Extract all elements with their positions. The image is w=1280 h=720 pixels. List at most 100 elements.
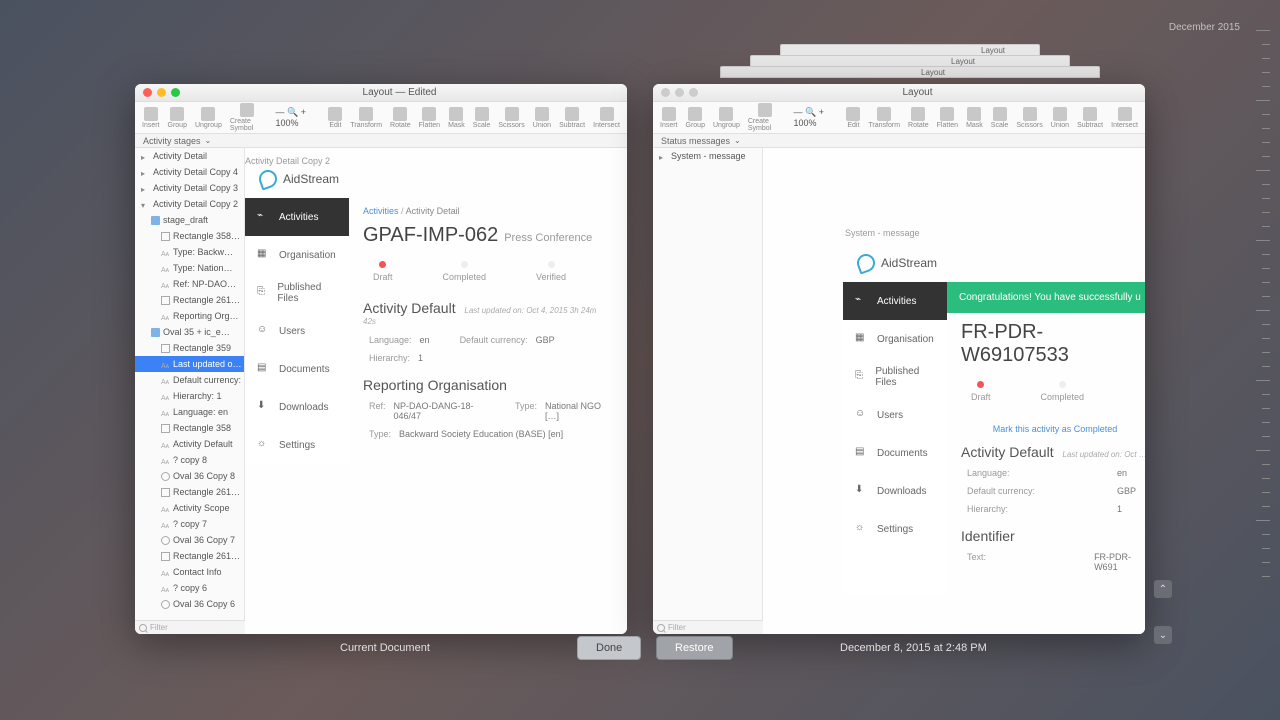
version-timeline[interactable] [1256,30,1270,660]
layer-row[interactable]: ? copy 7 [135,516,244,532]
layer-row[interactable]: Language: en [135,404,244,420]
layer-row[interactable]: Contact Info [135,564,244,580]
nav-item-documents[interactable]: ▤Documents [245,350,349,388]
version-down-button[interactable]: ⌄ [1154,626,1172,644]
layer-row[interactable]: Rectangle 358… [135,228,244,244]
layer-row[interactable]: Hierarchy: 1 [135,388,244,404]
canvas[interactable]: Activity Detail Copy 2 AidStream ⌁Activi… [245,148,627,634]
toolbar-create-symbol[interactable]: Create Symbol [227,103,268,132]
zoom-control[interactable]: — 🔍 + 100% [269,107,323,128]
toolbar-scale[interactable]: Scale [988,107,1012,129]
layer-row[interactable]: Activity Detail Copy 4 [135,164,244,180]
subbar[interactable]: Activity stages⌄ [135,134,627,148]
mark-complete-link[interactable]: Mark this activity as Completed [961,420,1145,444]
layer-row[interactable]: ? copy 8 [135,452,244,468]
subbar[interactable]: Status messages⌄ [653,134,1145,148]
restore-button[interactable]: Restore [656,636,733,660]
toolbar-transform[interactable]: Transform [347,107,385,129]
toolbar-rotate[interactable]: Rotate [387,107,414,129]
zoom-icon[interactable] [171,88,180,97]
toolbar-edit[interactable]: Edit [325,107,345,129]
toolbar-ungroup[interactable]: Ungroup [192,107,225,129]
layer-row[interactable]: Rectangle 358 [135,420,244,436]
stage-completed: Completed [443,261,487,282]
toolbar-mask[interactable]: Mask [963,107,986,129]
layer-row[interactable]: Oval 36 Copy 6 [135,596,244,612]
toolbar-subtract[interactable]: Subtract [556,107,588,129]
layers-panel[interactable]: Activity DetailActivity Detail Copy 4Act… [135,148,245,634]
section-title: Identifier [961,528,1145,544]
nav-item-organisation[interactable]: ▦Organisation [245,236,349,274]
activity-stages: DraftCompletedVerified [373,261,601,282]
nav-item-activities[interactable]: ⌁Activities [245,198,349,236]
toolbar-rotate[interactable]: Rotate [905,107,932,129]
layer-row[interactable]: Oval 36 Copy 7 [135,532,244,548]
toolbar-ungroup[interactable]: Ungroup [710,107,743,129]
layers-panel[interactable]: System - message [653,148,763,634]
nav-item-activities[interactable]: ⌁Activities [843,282,947,320]
toolbar-subtract[interactable]: Subtract [1074,107,1106,129]
toolbar-scissors[interactable]: Scissors [495,107,527,129]
toolbar-intersect[interactable]: Intersect [590,107,623,129]
nav-item-organisation[interactable]: ▦Organisation [843,320,947,358]
nav-item-users[interactable]: ☺Users [245,312,349,350]
layer-row[interactable]: Activity Scope [135,500,244,516]
layer-row[interactable]: stage_draft [135,212,244,228]
close-icon[interactable] [143,88,152,97]
filter-bar[interactable]: Filter [653,620,763,634]
window-current: Layout — Edited InsertGroupUngroupCreate… [135,84,627,634]
toolbar-group[interactable]: Group [165,107,190,129]
nav-item-downloads[interactable]: ⬇Downloads [245,388,349,426]
toolbar-insert[interactable]: Insert [657,107,681,129]
layer-row[interactable]: Rectangle 261… [135,292,244,308]
nav-item-published-files[interactable]: ⎘Published Files [843,358,947,396]
toolbar-insert[interactable]: Insert [139,107,163,129]
filter-bar[interactable]: Filter [135,620,245,634]
nav-item-published-files[interactable]: ⎘Published Files [245,274,349,312]
done-button[interactable]: Done [577,636,641,660]
canvas[interactable]: System - message AidStream ⌁Activities▦O… [763,148,1145,634]
toolbar-flatten[interactable]: Flatten [934,107,961,129]
layer-row[interactable]: Activity Default [135,436,244,452]
layer-row[interactable]: Default currency: [135,372,244,388]
layer-row[interactable]: Rectangle 261… [135,484,244,500]
brand: AidStream [843,244,1145,282]
nav-item-downloads[interactable]: ⬇Downloads [843,472,947,510]
toolbar-edit[interactable]: Edit [843,107,863,129]
layer-row[interactable]: Activity Detail Copy 3 [135,180,244,196]
toolbar-transform[interactable]: Transform [865,107,903,129]
toolbar-mask[interactable]: Mask [445,107,468,129]
minimize-icon[interactable] [157,88,166,97]
breadcrumb: Activities / Activity Detail [363,206,611,216]
toolbar-scissors[interactable]: Scissors [1013,107,1045,129]
toolbar-intersect[interactable]: Intersect [1108,107,1141,129]
layer-row[interactable]: Rectangle 359 [135,340,244,356]
section-title: Reporting Organisation [363,377,611,393]
layer-row[interactable]: ? copy 6 [135,580,244,596]
toolbar-group[interactable]: Group [683,107,708,129]
toolbar-flatten[interactable]: Flatten [416,107,443,129]
zoom-control[interactable]: — 🔍 + 100% [787,107,841,128]
nav-item-settings[interactable]: ☼Settings [843,510,947,548]
version-up-button[interactable]: ⌃ [1154,580,1172,598]
nav-item-settings[interactable]: ☼Settings [245,426,349,464]
layer-row[interactable]: Type: Nation… [135,260,244,276]
layer-row[interactable]: Rectangle 261… [135,548,244,564]
layer-row[interactable]: Oval 36 Copy 8 [135,468,244,484]
layer-row[interactable]: Activity Detail [135,148,244,164]
nav-item-documents[interactable]: ▤Documents [843,434,947,472]
toolbar-create-symbol[interactable]: Create Symbol [745,103,786,132]
brand-text: AidStream [283,172,339,186]
toolbar-union[interactable]: Union [530,107,554,129]
traffic-lights[interactable] [143,88,180,97]
toolbar-scale[interactable]: Scale [470,107,494,129]
layer-row[interactable]: Last updated o… [135,356,244,372]
layer-row[interactable]: Activity Detail Copy 2 [135,196,244,212]
layer-row[interactable]: Reporting Org… [135,308,244,324]
nav-item-users[interactable]: ☺Users [843,396,947,434]
layer-row[interactable]: System - message [653,148,762,164]
layer-row[interactable]: Type: Backw… [135,244,244,260]
toolbar-union[interactable]: Union [1048,107,1072,129]
layer-row[interactable]: Ref: NP-DAO… [135,276,244,292]
layer-row[interactable]: Oval 35 + ic_e… [135,324,244,340]
